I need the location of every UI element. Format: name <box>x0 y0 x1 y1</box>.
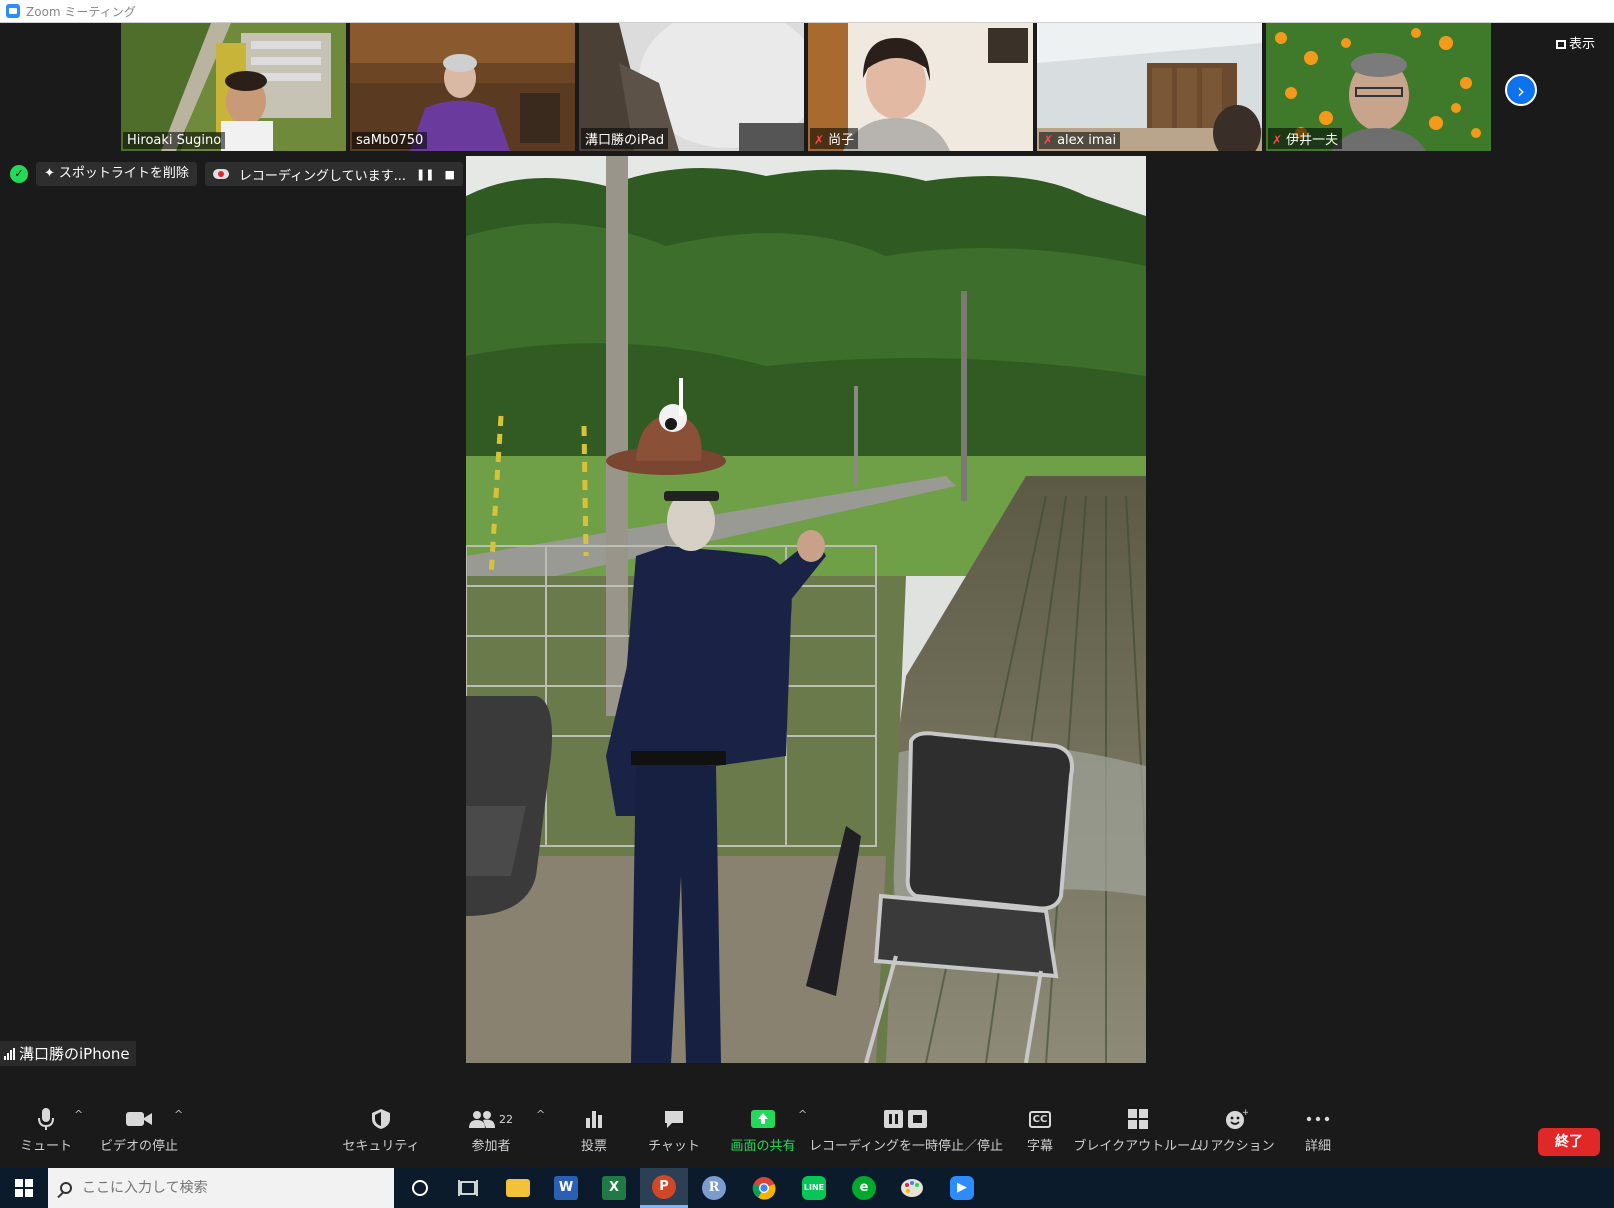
search-input[interactable] <box>82 1180 362 1196</box>
pause-stop-recording-icon <box>882 1106 930 1132</box>
participants-options-chevron-icon[interactable]: ^ <box>536 1108 545 1121</box>
microphone-icon <box>37 1106 55 1132</box>
cloud-recording-icon <box>212 169 229 179</box>
stop-video-button[interactable]: ビデオの停止 <box>100 1092 178 1168</box>
participants-button[interactable]: 22 参加者 <box>462 1092 520 1168</box>
folder-icon <box>506 1179 530 1197</box>
chat-bubble-icon <box>663 1106 685 1132</box>
word-icon: W <box>554 1176 578 1200</box>
start-button[interactable] <box>0 1168 48 1208</box>
encryption-shield-icon[interactable]: ✓ <box>10 165 28 183</box>
more-button[interactable]: 詳細 <box>1302 1092 1334 1168</box>
taskbar-file-explorer[interactable] <box>494 1168 542 1208</box>
breakout-rooms-button[interactable]: ブレイクアウトルーム <box>1073 1092 1203 1168</box>
participant-name: ✗ 伊井一夫 <box>1268 128 1343 149</box>
participant-tile-hiroaki[interactable]: Hiroaki Sugino <box>121 23 346 151</box>
bar-chart-icon <box>584 1106 604 1132</box>
active-speaker-video <box>466 156 1146 1063</box>
task-view-button[interactable] <box>444 1168 492 1208</box>
taskbar-paint[interactable] <box>888 1168 936 1208</box>
signal-strength-icon <box>4 1047 15 1060</box>
grid-icon <box>1556 40 1566 49</box>
video-options-chevron-icon[interactable]: ^ <box>174 1108 183 1121</box>
title-bar: Zoom ミーティング <box>0 0 1614 23</box>
meeting-toolbar: ミュート ^ ビデオの停止 ^ セキュリティ 22 参加者 ^ 投票 チャット <box>0 1092 1614 1168</box>
meeting-window: Hiroaki Sugino saMb0750 溝口勝のiPad ✗ 尚子 ✗ … <box>0 23 1614 1168</box>
polls-button[interactable]: 投票 <box>576 1092 612 1168</box>
participant-tile-naoko[interactable]: ✗ 尚子 <box>808 23 1033 151</box>
participant-name: ✗ 尚子 <box>810 128 859 149</box>
participant-name: Hiroaki Sugino <box>123 132 226 149</box>
end-meeting-button[interactable]: 終了 <box>1538 1128 1600 1156</box>
zoom-logo-icon <box>6 4 20 18</box>
more-dots-icon <box>1306 1106 1330 1132</box>
pause-recording-icon[interactable]: ❚❚ <box>416 168 434 181</box>
cortana-icon <box>412 1180 428 1196</box>
taskbar-word[interactable]: W <box>542 1168 590 1208</box>
taskbar-zoom[interactable]: ▶ <box>938 1168 986 1208</box>
smiley-icon: + <box>1224 1106 1248 1132</box>
video-camera-icon <box>126 1106 152 1132</box>
closed-captions-icon: CC <box>1028 1106 1052 1132</box>
svg-text:+: + <box>1242 1108 1248 1118</box>
windows-logo-icon <box>15 1179 33 1197</box>
captions-button[interactable]: CC 字幕 <box>1024 1092 1056 1168</box>
task-view-icon <box>458 1180 478 1196</box>
video-feed <box>466 156 1146 1063</box>
remove-spotlight-button[interactable]: ✦ スポットライトを削除 <box>36 162 197 186</box>
taskbar-line[interactable]: LINE <box>790 1168 838 1208</box>
excel-icon: X <box>602 1176 626 1200</box>
zoom-icon: ▶ <box>950 1176 974 1200</box>
line-icon: LINE <box>802 1176 826 1200</box>
view-button[interactable]: 表示 <box>1556 33 1595 52</box>
participant-tile-mizoguchi-ipad[interactable]: 溝口勝のiPad <box>579 23 804 151</box>
participant-name: ✗ alex imai <box>1039 132 1121 149</box>
taskbar-excel[interactable]: X <box>590 1168 638 1208</box>
shield-icon <box>371 1106 391 1132</box>
muted-mic-icon: ✗ <box>1272 133 1283 147</box>
participant-name: 溝口勝のiPad <box>581 128 669 149</box>
muted-mic-icon: ✗ <box>814 133 825 147</box>
taskbar-evernote[interactable]: e <box>840 1168 888 1208</box>
taskbar-search[interactable] <box>48 1168 394 1208</box>
taskbar-powerpoint[interactable]: P <box>640 1168 688 1208</box>
taskbar-chrome[interactable] <box>740 1168 788 1208</box>
cortana-button[interactable] <box>396 1168 444 1208</box>
muted-mic-icon: ✗ <box>1043 133 1054 147</box>
search-icon <box>60 1182 72 1194</box>
pin-icon: ✦ <box>44 166 55 181</box>
r-icon: R <box>702 1176 726 1200</box>
window-title: Zoom ミーティング <box>26 4 136 19</box>
taskbar-r[interactable]: R <box>690 1168 738 1208</box>
next-page-button[interactable]: › <box>1505 74 1537 106</box>
security-button[interactable]: セキュリティ <box>342 1092 420 1168</box>
active-speaker-label: 溝口勝のiPhone <box>0 1041 136 1066</box>
participant-count-badge: 22 <box>499 1112 513 1126</box>
share-screen-icon <box>751 1106 775 1132</box>
status-row: ✓ ✦ スポットライトを削除 レコーディングしています... ❚❚ ■ <box>10 161 463 187</box>
breakout-rooms-icon <box>1127 1106 1149 1132</box>
chevron-right-icon: › <box>1517 79 1525 103</box>
participant-name: saMb0750 <box>352 132 428 149</box>
participant-tile-samb0750[interactable]: saMb0750 <box>350 23 575 151</box>
mute-button[interactable]: ミュート <box>20 1092 72 1168</box>
share-screen-button[interactable]: 画面の共有 <box>730 1092 796 1168</box>
recording-control-button[interactable]: レコーディングを一時停止／停止 <box>809 1092 1003 1168</box>
powerpoint-icon: P <box>652 1174 676 1199</box>
recording-status-text: レコーディングしています... <box>238 168 407 184</box>
audio-options-chevron-icon[interactable]: ^ <box>74 1108 83 1121</box>
participants-icon: 22 <box>469 1106 513 1132</box>
recording-indicator: レコーディングしています... ❚❚ ■ <box>204 162 463 186</box>
chrome-icon <box>752 1177 776 1200</box>
chat-button[interactable]: チャット <box>648 1092 700 1168</box>
participant-tile-alex-imai[interactable]: ✗ alex imai <box>1037 23 1262 151</box>
participant-tile-ii-kazuo[interactable]: ✗ 伊井一夫 <box>1266 23 1491 151</box>
stop-recording-icon[interactable]: ■ <box>444 168 454 181</box>
windows-taskbar: W X P R LINE e ▶ <box>0 1168 1614 1208</box>
share-options-chevron-icon[interactable]: ^ <box>798 1108 807 1121</box>
evernote-icon: e <box>852 1176 876 1200</box>
reactions-button[interactable]: + リアクション <box>1197 1092 1274 1168</box>
paint-palette-icon <box>901 1179 923 1197</box>
